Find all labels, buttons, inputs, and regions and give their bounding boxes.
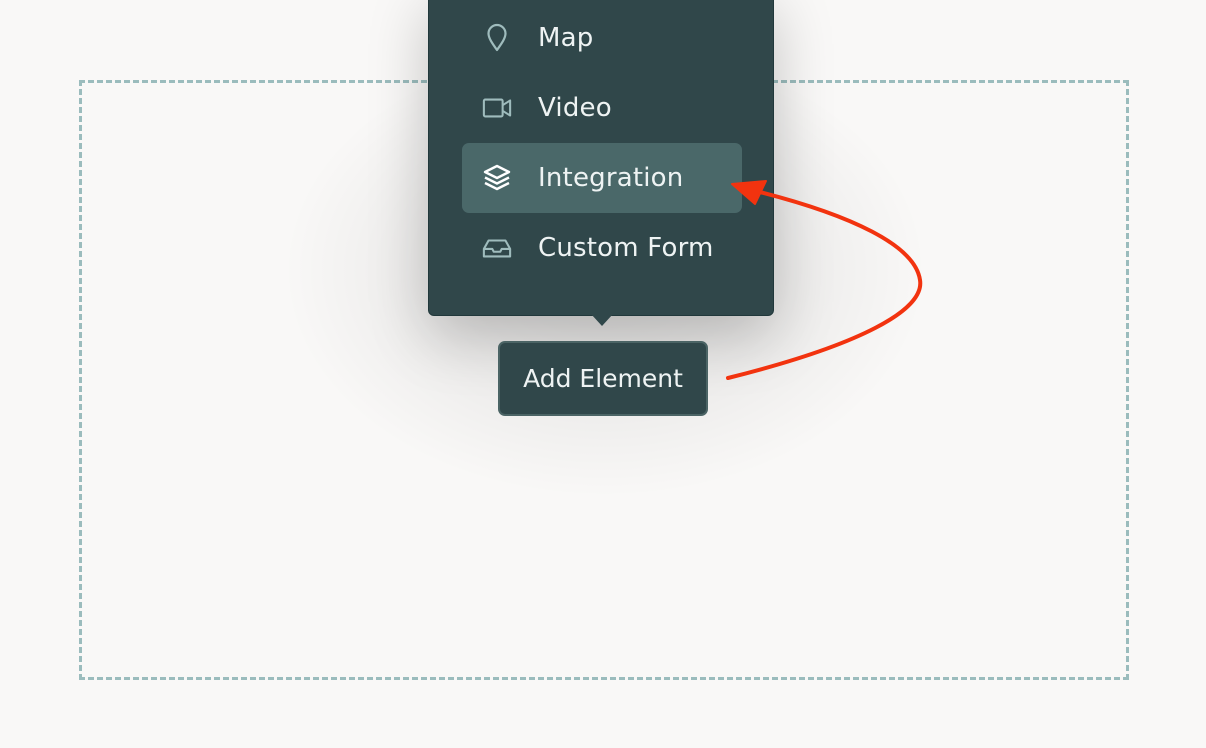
menu-item-custom-form[interactable]: Custom Form [462, 213, 742, 283]
add-element-button[interactable]: Add Element [498, 341, 708, 416]
menu-caret [591, 314, 613, 326]
canvas-page: Map Video Integration Custom Form Add El… [0, 0, 1206, 748]
map-pin-icon [482, 23, 512, 53]
layers-icon [482, 163, 512, 193]
inbox-tray-icon [482, 233, 512, 263]
menu-item-label: Custom Form [538, 233, 714, 263]
add-element-label: Add Element [523, 364, 683, 393]
menu-item-label: Integration [538, 163, 684, 193]
menu-item-video[interactable]: Video [462, 73, 742, 143]
menu-item-integration[interactable]: Integration [462, 143, 742, 213]
menu-item-map[interactable]: Map [462, 3, 742, 73]
menu-item-label: Video [538, 93, 612, 123]
video-camera-icon [482, 93, 512, 123]
menu-item-label: Map [538, 23, 594, 53]
